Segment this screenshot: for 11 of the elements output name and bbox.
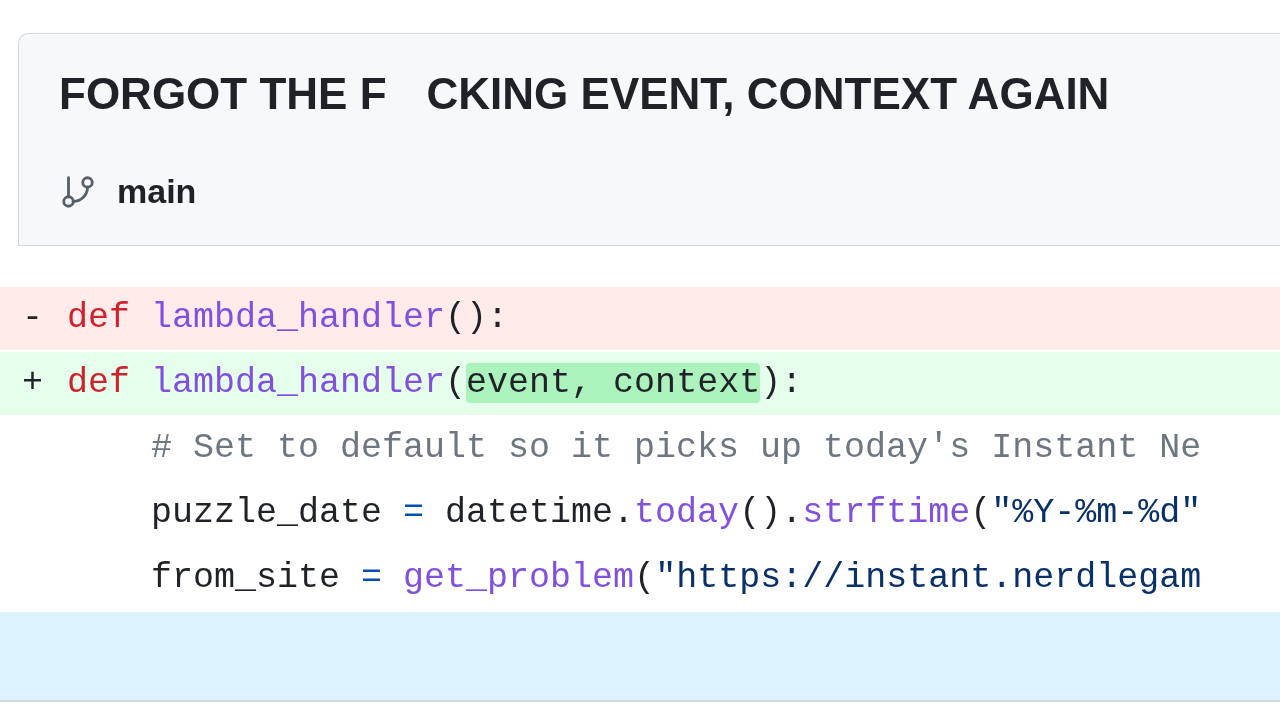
branch-name: main <box>117 171 197 212</box>
diff-sign: + <box>22 363 43 404</box>
code-line: def lambda_handler(event, context): <box>67 362 803 406</box>
diff-sign: - <box>22 298 43 339</box>
code-line: puzzle_date = datetime.today().strftime("%Y-%m-%d" <box>151 492 1202 536</box>
code-line: from_site = get_problem("https://instant.nerdlegam <box>151 557 1202 601</box>
hunk-expander-row[interactable] <box>0 612 1280 700</box>
code-line: # Set to default so it picks up today's Instant Ne <box>151 427 1202 471</box>
code-line: def lambda_handler(): <box>67 297 509 341</box>
commit-title: FORGOT THE F <box>59 72 387 116</box>
commit-title: CKING EVENT, CONTEXT AGAIN <box>426 72 1110 116</box>
